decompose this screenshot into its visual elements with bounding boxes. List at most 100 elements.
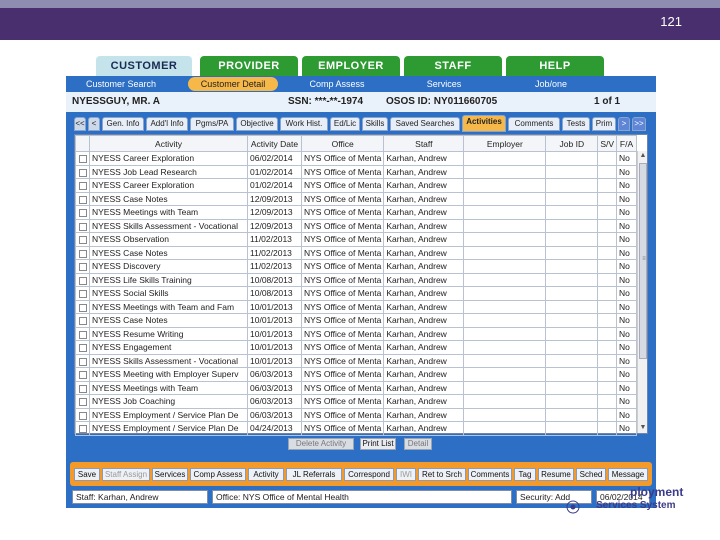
bottom-button-bar: Save Staff Assign Services Comp Assess A… (70, 462, 652, 486)
row-checkbox[interactable] (78, 236, 87, 244)
tab-addl-info[interactable]: Add'l Info (146, 117, 188, 131)
column-header-office[interactable]: Office (300, 135, 385, 152)
column-header-fa[interactable]: F/A (616, 135, 638, 152)
table-row[interactable]: NYESS Job Coaching 06/03/2013 NYS Office o… (75, 394, 638, 409)
column-header-sv[interactable]: S/V (597, 135, 618, 152)
row-checkbox[interactable] (78, 371, 87, 379)
table-row[interactable]: NYESS Meetings with Team 12/09/2013 NYS Of… (75, 205, 638, 220)
row-checkbox[interactable] (78, 330, 87, 339)
column-header-job-id[interactable]: Job ID (545, 135, 599, 152)
table-row[interactable]: NYESS Life Skills Training 10/08/2013 NYS … (75, 272, 638, 287)
jl-referrals-button[interactable]: JL Referrals (286, 468, 342, 481)
column-header-activity[interactable]: Activity (89, 135, 248, 152)
scroll-thumb[interactable]: ≡ (639, 163, 647, 359)
row-checkbox[interactable] (78, 411, 87, 420)
table-row[interactable]: NYESS Employment / Service Plan De 06/03/… (75, 407, 638, 422)
comp-assess-button[interactable]: Comp Assess (190, 468, 246, 481)
table-row[interactable]: NYESS Meeting with Employer Superv 06/03/… (75, 367, 638, 382)
comments-button[interactable]: Comments (468, 468, 512, 481)
row-checkbox[interactable] (78, 195, 87, 204)
row-checkbox[interactable] (78, 222, 87, 231)
tag-button[interactable]: Tag (514, 468, 536, 481)
correspond-button[interactable]: Correspond (344, 468, 394, 481)
row-checkbox[interactable] (78, 290, 87, 298)
sub-nav-jobone[interactable]: Job/one (526, 77, 576, 91)
tab-last-button[interactable]: >> (632, 117, 646, 131)
scroll-up-icon[interactable]: ▲ (638, 151, 648, 161)
sub-nav-customer-detail[interactable]: Customer Detail (188, 77, 278, 91)
table-row[interactable]: NYESS Discovery 11/02/2013 NYS Office of M… (75, 259, 638, 274)
iwi-button[interactable]: IWI (396, 468, 416, 481)
tab-ed-lic[interactable]: Ed/Lic (330, 117, 360, 131)
row-checkbox[interactable] (78, 168, 87, 177)
message-button[interactable]: Message (608, 468, 648, 481)
sched-button[interactable]: Sched (576, 468, 606, 481)
table-row[interactable]: NYESS Career Exploration 06/02/2014 NYS Of… (75, 151, 638, 166)
detail-button[interactable]: Detail (404, 438, 432, 450)
row-checkbox[interactable] (78, 303, 87, 312)
tab-work-hist[interactable]: Work Hist. (280, 117, 328, 131)
services-button[interactable]: Services (152, 468, 188, 481)
sub-nav-services[interactable]: Services (414, 77, 474, 91)
row-checkbox[interactable] (78, 344, 87, 352)
save-button[interactable]: Save (74, 468, 100, 481)
table-row[interactable]: NYESS Engagement 10/01/2013 NYS Office of … (75, 340, 638, 355)
main-tab-help[interactable]: HELP (506, 56, 604, 76)
row-checkbox[interactable] (78, 209, 87, 217)
tab-skills[interactable]: Skills (362, 117, 388, 131)
column-header-employer[interactable]: Employer (463, 135, 547, 152)
main-tab-customer[interactable]: CUSTOMER (96, 56, 192, 78)
job-id-cell (545, 326, 599, 341)
tab-next-button[interactable]: > (618, 117, 630, 131)
tab-gen-info[interactable]: Gen. Info (102, 117, 144, 131)
resume-button[interactable]: Resume (538, 468, 574, 481)
column-header-activity-date[interactable]: Activity Date (247, 135, 302, 152)
table-row[interactable]: NYESS Job Lead Research 01/02/2014 NYS Off… (75, 164, 638, 179)
table-row[interactable]: NYESS Case Notes 11/02/2013 NYS Office of … (75, 245, 638, 260)
table-row[interactable]: NYESS Observation 11/02/2013 NYS Office of… (75, 232, 638, 247)
staff-assign-button[interactable]: Staff Assign (102, 468, 150, 481)
row-checkbox[interactable] (78, 182, 87, 190)
row-checkbox[interactable] (78, 263, 87, 271)
tab-tests[interactable]: Tests (562, 117, 590, 131)
grid-scrollbar[interactable]: ▲ ≡ ▼ (637, 151, 647, 433)
tab-activities[interactable]: Activities (462, 115, 506, 132)
table-row[interactable]: NYESS Meetings with Team 06/03/2013 NYS Of… (75, 380, 638, 395)
ret-to-srch-button[interactable]: Ret to Srch (418, 468, 466, 481)
row-checkbox[interactable] (78, 384, 87, 393)
office-cell: NYS Office of Menta (300, 232, 385, 247)
tab-first-button[interactable]: << (74, 117, 86, 131)
table-row[interactable]: NYESS Skills Assessment - Vocational 10/0… (75, 353, 638, 368)
delete-activity-button[interactable]: Delete Activity (288, 438, 354, 450)
table-row[interactable]: NYESS Meetings with Team and Fam 10/01/20… (75, 299, 638, 314)
table-row[interactable]: NYESS Case Notes 12/09/2013 NYS Office of … (75, 191, 638, 206)
tab-saved-searches[interactable]: Saved Searches (390, 117, 460, 131)
column-header-staff[interactable]: Staff (383, 135, 465, 152)
activity-button[interactable]: Activity (248, 468, 284, 481)
tab-prev-button[interactable]: < (88, 117, 100, 131)
row-checkbox[interactable] (78, 398, 87, 406)
table-row[interactable]: NYESS Employment / Service Plan De 04/24/… (75, 421, 638, 436)
row-checkbox[interactable] (78, 425, 87, 433)
table-row[interactable]: NYESS Career Exploration 01/02/2014 NYS Of… (75, 178, 638, 193)
row-checkbox[interactable] (78, 249, 87, 258)
row-checkbox[interactable] (78, 357, 87, 366)
tab-prim[interactable]: Prim (592, 117, 616, 131)
sub-nav-customer-search[interactable]: Customer Search (76, 77, 166, 91)
main-tab-provider[interactable]: PROVIDER (200, 56, 298, 76)
print-list-button[interactable]: Print List (360, 438, 396, 450)
table-row[interactable]: NYESS Case Notes 10/01/2013 NYS Office of … (75, 313, 638, 328)
sub-nav-comp-assess[interactable]: Comp Assess (302, 77, 372, 91)
main-tab-staff[interactable]: STAFF (404, 56, 502, 76)
tab-pgms-pa[interactable]: Pgms/PA (190, 117, 234, 131)
table-row[interactable]: NYESS Social Skills 10/08/2013 NYS Office … (75, 286, 638, 301)
row-checkbox[interactable] (78, 276, 87, 285)
main-tab-employer[interactable]: EMPLOYER (302, 56, 400, 76)
row-checkbox[interactable] (78, 155, 87, 163)
table-row[interactable]: NYESS Skills Assessment - Vocational 12/0… (75, 218, 638, 233)
tab-objective[interactable]: Objective (236, 117, 278, 131)
scroll-down-icon[interactable]: ▼ (638, 423, 648, 433)
row-checkbox[interactable] (78, 317, 87, 325)
tab-comments[interactable]: Comments (508, 117, 560, 131)
table-row[interactable]: NYESS Resume Writing 10/01/2013 NYS Office… (75, 326, 638, 341)
